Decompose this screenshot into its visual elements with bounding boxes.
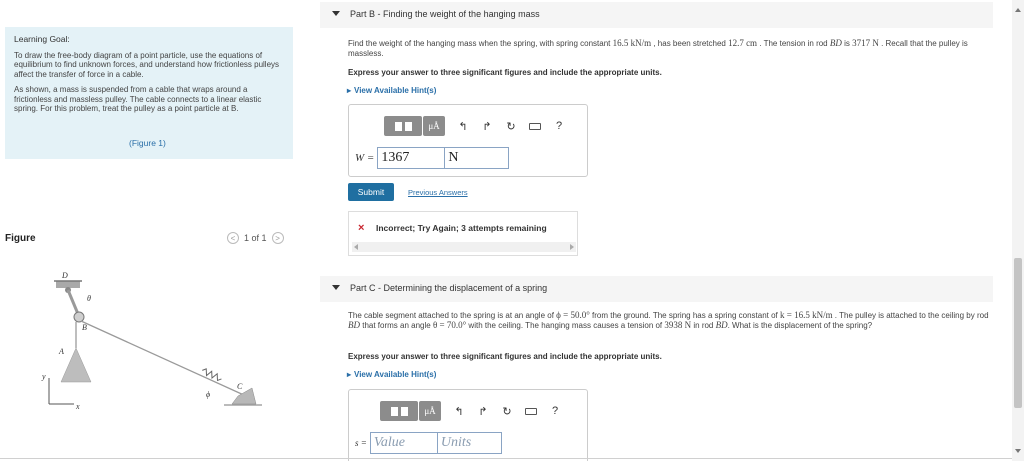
ceiling-bracket — [56, 281, 80, 288]
part-b-answer-row: W = 1367 N — [355, 147, 510, 169]
submit-button[interactable]: Submit — [348, 183, 394, 201]
label-theta: θ — [87, 294, 91, 303]
units-button[interactable]: μÅ — [423, 116, 445, 136]
templates-icon[interactable] — [380, 401, 418, 421]
help-icon[interactable]: ? — [543, 401, 567, 421]
bottom-divider — [0, 458, 1012, 459]
page-scrollbar[interactable] — [1012, 0, 1024, 461]
part-b-header[interactable]: Part B - Finding the weight of the hangi… — [320, 2, 993, 28]
math-toolbar: μÅ ↰ ↱ ↻ ? — [380, 401, 567, 421]
chevron-right-icon[interactable]: > — [271, 232, 284, 244]
label-y: y — [41, 372, 46, 381]
value-input[interactable]: Value — [369, 432, 438, 454]
figure-title: Figure — [5, 233, 36, 244]
chevron-left-icon[interactable]: < — [227, 232, 239, 244]
rod-bd — [66, 289, 80, 315]
learning-goal-panel: Learning Goal: To draw the free-body dia… — [5, 27, 293, 159]
part-b-title: Part B - Finding the weight of the hangi… — [350, 9, 540, 19]
label-a: A — [58, 347, 64, 356]
scroll-down-icon[interactable] — [1015, 449, 1021, 453]
part-b-answer-box: μÅ ↰ ↱ ↻ ? W = 1367 N — [348, 104, 588, 177]
part-c-problem: The cable segment attached to the spring… — [348, 310, 989, 330]
keyboard-icon[interactable] — [519, 401, 543, 421]
units-input[interactable]: Units — [437, 432, 502, 454]
pager-text: 1 of 1 — [244, 233, 267, 243]
part-c-hint-link[interactable]: View Available Hint(s) — [347, 370, 436, 379]
incorrect-icon: × — [358, 222, 365, 234]
figure-link[interactable]: (Figure 1) — [129, 138, 166, 149]
part-c-header[interactable]: Part C - Determining the displacement of… — [320, 276, 993, 302]
label-b: B — [82, 323, 87, 332]
units-button[interactable]: μÅ — [419, 401, 441, 421]
spring — [202, 368, 222, 382]
part-c-instruction: Express your answer to three significant… — [348, 352, 662, 361]
problem-description: As shown, a mass is suspended from a cab… — [14, 85, 262, 113]
part-b-hint-link[interactable]: View Available Hint(s) — [347, 86, 436, 95]
reset-icon[interactable]: ↻ — [495, 401, 519, 421]
feedback-scrollbar[interactable] — [352, 242, 576, 252]
collapse-arrow-icon[interactable] — [332, 285, 340, 290]
feedback-box: × Incorrect; Try Again; 3 attempts remai… — [348, 211, 578, 256]
answer-unit-input[interactable]: N — [445, 147, 510, 169]
reset-icon[interactable]: ↻ — [499, 116, 523, 136]
help-icon[interactable]: ? — [547, 116, 571, 136]
label-x: x — [75, 402, 80, 411]
figure-header: Figure < 1 of 1 > — [5, 232, 295, 246]
anchor-c — [231, 387, 257, 405]
collapse-arrow-icon[interactable] — [332, 11, 340, 16]
undo-icon[interactable]: ↰ — [451, 116, 475, 136]
keyboard-icon[interactable] — [523, 116, 547, 136]
learning-goal-text: To draw the free-body diagram of a point… — [14, 50, 280, 79]
feedback-text: Incorrect; Try Again; 3 attempts remaini… — [376, 223, 547, 233]
redo-icon[interactable]: ↱ — [475, 116, 499, 136]
pulley-figure: D θ B A y x C ϕ — [41, 271, 262, 411]
part-c-answer-row: s = Value Units — [355, 432, 502, 454]
scroll-up-icon[interactable] — [1015, 8, 1021, 12]
learning-goal-title: Learning Goal: — [14, 34, 70, 44]
label-c: C — [237, 382, 243, 391]
previous-answers-link[interactable]: Previous Answers — [408, 188, 468, 197]
part-c-answer-box: μÅ ↰ ↱ ↻ ? s = Value Units — [348, 389, 588, 461]
label-phi: ϕ — [206, 390, 210, 399]
figure-pager: < 1 of 1 > — [227, 232, 284, 244]
answer-label-s: s = — [355, 438, 367, 448]
part-b-problem: Find the weight of the hanging mass when… — [348, 38, 968, 58]
cable-bc — [80, 320, 247, 397]
undo-icon[interactable]: ↰ — [447, 401, 471, 421]
part-b-instruction: Express your answer to three significant… — [348, 68, 662, 77]
redo-icon[interactable]: ↱ — [471, 401, 495, 421]
pulley-b — [73, 311, 85, 323]
math-toolbar: μÅ ↰ ↱ ↻ ? — [384, 116, 571, 136]
scrollbar-thumb[interactable] — [1014, 258, 1022, 408]
templates-icon[interactable] — [384, 116, 422, 136]
label-d: D — [61, 271, 68, 280]
answer-value-input[interactable]: 1367 — [377, 147, 446, 169]
answer-label-w: W = — [355, 152, 375, 164]
hanging-mass — [60, 347, 92, 383]
part-c-title: Part C - Determining the displacement of… — [350, 283, 548, 293]
